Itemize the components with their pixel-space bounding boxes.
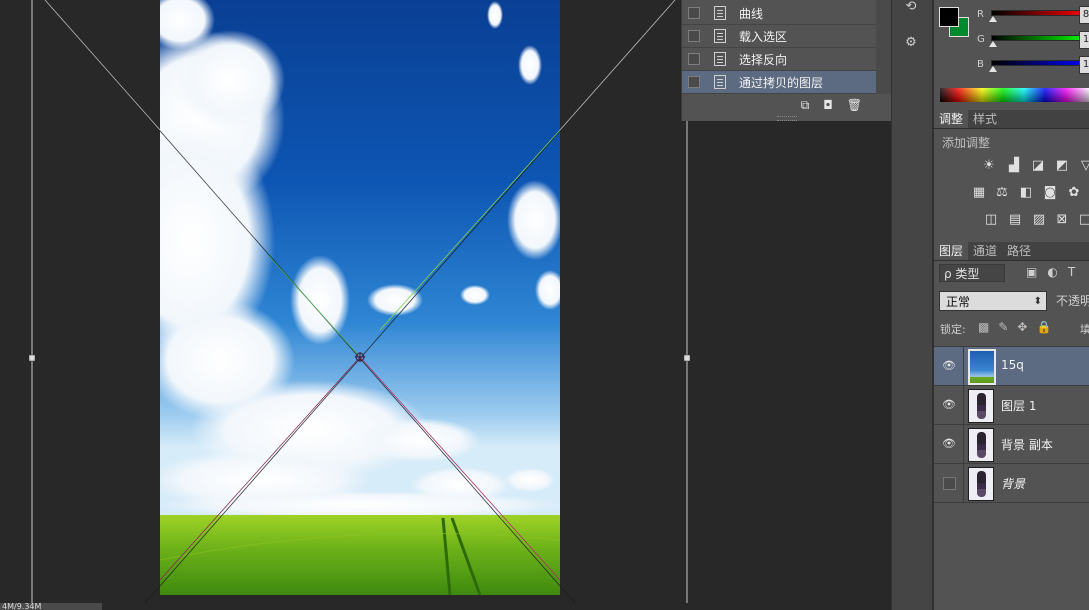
lock-transparency-icon[interactable]: ▩ [978,320,998,334]
vibrance-icon[interactable]: ▽ [1078,159,1089,173]
levels-icon[interactable]: ▟ [1006,159,1022,173]
channel-b-label: B [977,59,984,70]
gradient-map-icon[interactable]: ⊠ [1054,213,1070,227]
channel-r-thumb[interactable] [989,16,997,22]
panel-resize-grip[interactable] [777,116,797,121]
hue-saturation-icon[interactable]: ▦ [971,186,987,200]
history-snapshot-checkbox[interactable] [688,53,700,65]
blend-mode-select[interactable]: 正常 [939,291,1047,312]
layer-row[interactable]: 👁 背景 副本 [934,424,1089,463]
history-item[interactable]: 载入选区 [682,25,876,48]
eye-icon[interactable]: 👁 [942,359,956,373]
status-bar-doc-size: 4M/9.34M [0,603,102,610]
visibility-toggle-off[interactable] [943,477,956,490]
document-icon [714,75,726,89]
channel-r-label: R [977,9,984,20]
layer-name[interactable]: 背景 副本 [1001,436,1053,453]
tab-layers[interactable]: 图层 [934,242,969,260]
eye-icon[interactable]: 👁 [942,437,956,451]
color-balance-icon[interactable]: ⚖ [994,186,1010,200]
lock-position-icon[interactable]: ✥ [1017,320,1036,334]
add-adjustment-title: 添加调整 [942,136,991,150]
brightness-contrast-icon[interactable]: ☀ [981,159,997,173]
layer-thumbnail[interactable] [968,389,994,423]
photo-filter-icon[interactable]: ◙ [1042,186,1058,200]
history-item[interactable]: 曲线 [682,2,876,25]
layer-row[interactable]: 👁 图层 1 [934,385,1089,424]
properties-panel-icon[interactable]: ⚙ [898,30,924,54]
tab-styles[interactable]: 样式 [968,110,1002,128]
layer-name[interactable]: 背景 [1001,475,1025,492]
selective-color-icon[interactable]: □ [1077,213,1089,227]
adjustments-tab-bar: 调整 样式 [934,110,1089,129]
history-snapshot-checkbox[interactable] [688,30,700,42]
layer-name[interactable]: 15q [1001,358,1024,372]
layer-filter-icons: ▣◐T [1026,265,1085,279]
filter-pixel-icon[interactable]: ▣ [1026,265,1047,279]
history-item-active[interactable]: 通过拷贝的图层 [682,71,876,94]
history-panel: 曲线 载入选区 选择反向 通过拷贝的图层 ⧉ ◘ 🗑 [681,0,892,121]
tab-paths[interactable]: 路径 [1002,242,1036,260]
tab-channels[interactable]: 通道 [968,242,1002,260]
invert-icon[interactable]: ◫ [983,213,999,227]
layer-name[interactable]: 图层 1 [1001,397,1036,414]
channel-b-value[interactable]: 1 [1079,56,1089,74]
history-item[interactable]: 选择反向 [682,48,876,71]
curves-icon[interactable]: ◪ [1030,159,1046,173]
layer-thumbnail[interactable] [968,349,996,385]
lock-icons: ▩✎✥🔒 [978,320,1060,334]
document-icon [714,6,726,20]
channel-mixer-icon[interactable]: ✿ [1066,186,1082,200]
document-icon [714,29,726,43]
channel-b-thumb[interactable] [989,66,997,72]
collapsed-panel-iconbar: ⟲ ⚙ [891,0,933,610]
exposure-icon[interactable]: ◩ [1054,159,1070,173]
opacity-label: 不透明 [1056,294,1089,308]
threshold-icon[interactable]: ▨ [1031,213,1047,227]
posterize-icon[interactable]: ▤ [1007,213,1023,227]
right-dock-panel: R 8 G 1 B 1 调整 样式 添加调整 ☀ ▟ ◪ ◩ ▽ ▦ ⚖ ◧ ◙… [933,0,1089,610]
layer-thumbnail[interactable] [968,428,994,462]
document-icon [714,52,726,66]
filter-type-icon[interactable]: T [1068,265,1085,279]
color-panel: R 8 G 1 B 1 [934,0,1089,108]
channel-g-slider[interactable] [991,35,1087,41]
history-item-label: 载入选区 [739,29,788,44]
lock-all-icon[interactable]: 🔒 [1036,320,1060,334]
channel-r-value[interactable]: 8 [1079,6,1089,24]
history-item-label: 曲线 [739,6,764,21]
lock-label: 锁定: [940,323,966,336]
history-footer: ⧉ ◘ 🗑 [682,94,876,116]
history-snapshot-checkbox[interactable] [688,76,700,88]
transform-handle-left [28,354,36,362]
channel-g-thumb[interactable] [989,41,997,47]
color-spectrum-ramp[interactable] [940,88,1089,102]
transform-handle-right [683,354,691,362]
channel-b-slider[interactable] [991,60,1087,66]
layer-row[interactable]: 👁 15q [934,346,1089,385]
lock-image-icon[interactable]: ✎ [998,320,1017,334]
black-white-icon[interactable]: ◧ [1018,186,1034,200]
fill-label: 填 [1080,321,1089,337]
layer-thumbnail[interactable] [968,467,994,501]
history-snapshot-checkbox[interactable] [688,7,700,19]
trash-icon[interactable]: 🗑 [847,98,862,112]
history-panel-icon[interactable]: ⟲ [898,0,924,18]
foreground-color-swatch[interactable] [939,7,959,27]
layer-row[interactable]: 背景 [934,463,1089,503]
history-scrollbar[interactable] [876,0,891,94]
layer-filter-type-select[interactable]: ρ 类型 [939,264,1005,282]
channel-g-value[interactable]: 1 [1079,31,1089,49]
filter-adjustment-icon[interactable]: ◐ [1047,265,1067,279]
new-document-from-state-icon[interactable]: ⧉ [801,98,810,113]
channel-g-label: G [977,34,985,45]
history-item-label: 通过拷贝的图层 [739,75,824,90]
channel-r-slider[interactable] [991,10,1087,16]
camera-icon[interactable]: ◘ [823,98,833,112]
tab-adjustments[interactable]: 调整 [934,110,969,128]
history-item-label: 选择反向 [739,52,788,67]
eye-icon[interactable]: 👁 [942,398,956,412]
layers-tab-bar: 图层 通道 路径 [934,242,1089,261]
